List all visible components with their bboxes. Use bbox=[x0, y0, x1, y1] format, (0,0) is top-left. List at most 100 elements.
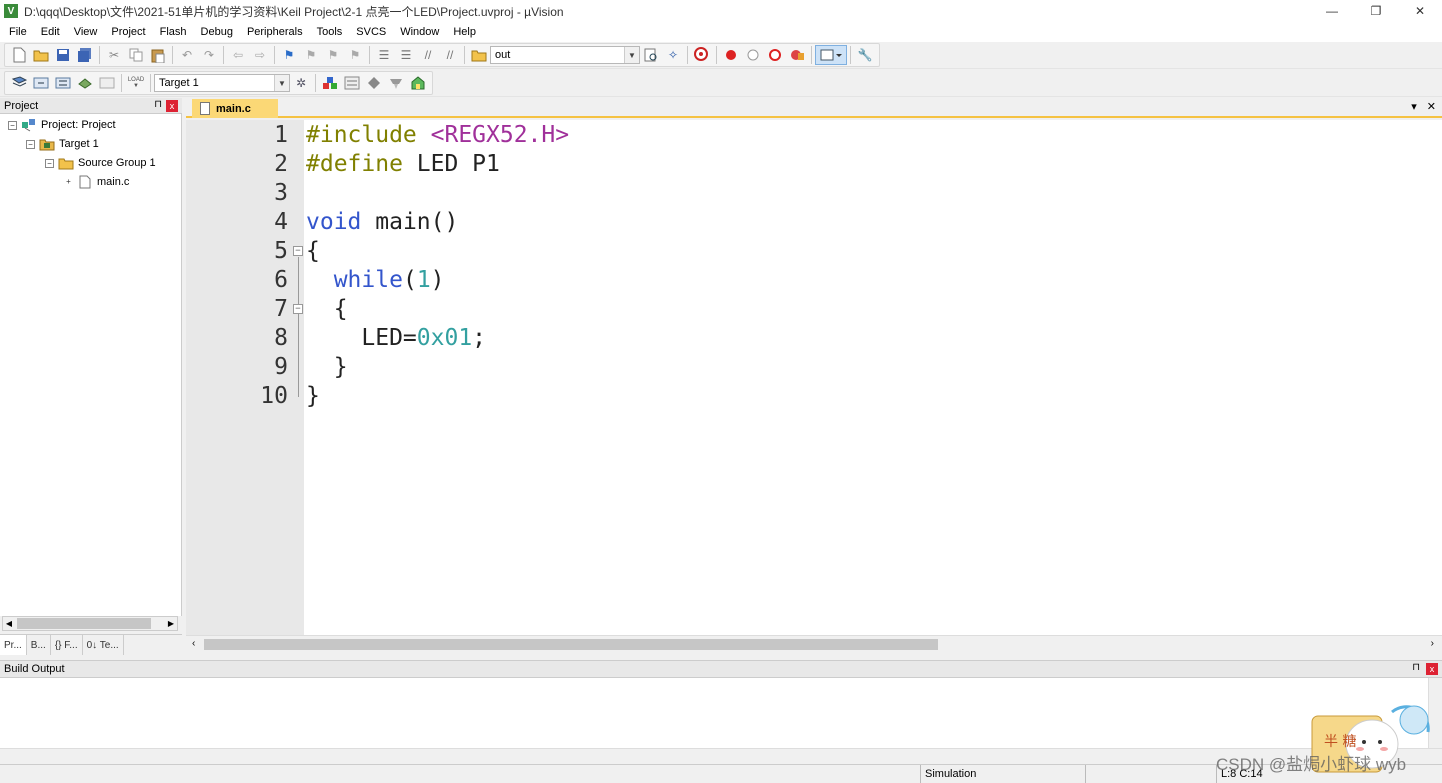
manage-run-time-icon[interactable] bbox=[341, 73, 363, 93]
close-panel-icon[interactable]: x bbox=[1426, 663, 1438, 675]
close-window-button[interactable]: ✕ bbox=[1398, 0, 1442, 22]
indent-icon[interactable]: ☰ bbox=[373, 45, 395, 65]
chevron-down-icon[interactable]: ▼ bbox=[624, 47, 639, 63]
scroll-right-icon[interactable]: › bbox=[1431, 638, 1434, 649]
scroll-left-icon[interactable]: ◀ bbox=[3, 617, 15, 630]
undo-icon[interactable]: ↶ bbox=[176, 45, 198, 65]
tab-functions[interactable]: {} F... bbox=[51, 635, 83, 655]
new-file-icon[interactable] bbox=[8, 45, 30, 65]
prev-bookmark-icon[interactable]: ⚑ bbox=[300, 45, 322, 65]
code-line[interactable]: 8 LED=0x01; bbox=[186, 324, 1442, 353]
menu-edit[interactable]: Edit bbox=[34, 22, 67, 42]
browse-icon[interactable]: ✧ bbox=[662, 45, 684, 65]
pack-installer-icon[interactable] bbox=[385, 73, 407, 93]
incremental-find-icon[interactable] bbox=[640, 45, 662, 65]
expand-icon[interactable]: + bbox=[64, 177, 73, 187]
collapse-icon[interactable]: − bbox=[8, 120, 17, 130]
fold-collapse-icon[interactable]: − bbox=[293, 304, 303, 314]
code-line[interactable]: 9 } bbox=[186, 353, 1442, 382]
collapse-icon[interactable]: − bbox=[45, 158, 54, 168]
tree-node-project[interactable]: − Project: Project bbox=[8, 116, 116, 134]
menu-file[interactable]: File bbox=[2, 22, 34, 42]
menu-project[interactable]: Project bbox=[104, 22, 152, 42]
scroll-left-icon[interactable]: ‹ bbox=[192, 638, 195, 649]
code-editor[interactable]: 1 #include <REGX52.H> 2 #define LED P1 3 4 voi… bbox=[186, 120, 1442, 635]
find-in-files-icon[interactable] bbox=[468, 45, 490, 65]
menu-svcs[interactable]: SVCS bbox=[349, 22, 393, 42]
scroll-right-icon[interactable]: ▶ bbox=[165, 617, 177, 630]
target-combo[interactable]: Target 1 ▼ bbox=[154, 74, 290, 92]
save-all-icon[interactable] bbox=[74, 45, 96, 65]
download-load-icon[interactable]: LOAD ▼ bbox=[125, 73, 147, 93]
rebuild-icon[interactable] bbox=[52, 73, 74, 93]
code-line[interactable]: 7− { bbox=[186, 295, 1442, 324]
build-output-pane[interactable] bbox=[0, 678, 1442, 748]
close-tab-icon[interactable]: ✕ bbox=[1427, 100, 1436, 113]
debug-session-icon[interactable] bbox=[691, 45, 713, 65]
tab-templates[interactable]: 0↓ Te... bbox=[83, 635, 124, 655]
code-line[interactable]: 3 bbox=[186, 179, 1442, 208]
code-line[interactable]: 5−{ bbox=[186, 237, 1442, 266]
cut-icon[interactable]: ✂ bbox=[103, 45, 125, 65]
tree-node-main-c[interactable]: + main.c bbox=[64, 173, 129, 191]
chevron-down-icon[interactable]: ▼ bbox=[274, 75, 289, 91]
pin-icon[interactable]: ⊓ bbox=[1412, 662, 1420, 673]
build-icon[interactable] bbox=[30, 73, 52, 93]
project-horizontal-scrollbar[interactable]: ◀ ▶ bbox=[2, 616, 178, 631]
code-line[interactable]: 10} bbox=[186, 382, 1442, 411]
menu-view[interactable]: View bbox=[67, 22, 105, 42]
fold-collapse-icon[interactable]: − bbox=[293, 246, 303, 256]
navigate-back-icon[interactable]: ⇦ bbox=[227, 45, 249, 65]
tree-node-target[interactable]: − Target 1 bbox=[26, 135, 99, 153]
redo-icon[interactable]: ↷ bbox=[198, 45, 220, 65]
pin-icon[interactable]: ⊓ bbox=[154, 99, 162, 110]
menu-help[interactable]: Help bbox=[446, 22, 483, 42]
translate-icon[interactable] bbox=[8, 73, 30, 93]
select-packs-icon[interactable] bbox=[363, 73, 385, 93]
breakpoint-icon[interactable] bbox=[720, 45, 742, 65]
bookmark-icon[interactable]: ⚑ bbox=[278, 45, 300, 65]
code-line[interactable]: 6 while(1) bbox=[186, 266, 1442, 295]
menu-flash[interactable]: Flash bbox=[153, 22, 194, 42]
clear-bookmarks-icon[interactable]: ⚑ bbox=[344, 45, 366, 65]
menu-window[interactable]: Window bbox=[393, 22, 446, 42]
scroll-thumb[interactable] bbox=[204, 639, 938, 650]
collapse-icon[interactable]: − bbox=[26, 139, 35, 149]
disable-breakpoint-icon[interactable] bbox=[742, 45, 764, 65]
kill-all-breakpoints-icon[interactable] bbox=[786, 45, 808, 65]
find-combo[interactable]: out ▼ bbox=[490, 46, 640, 64]
code-line[interactable]: 2 #define LED P1 bbox=[186, 150, 1442, 179]
menu-debug[interactable]: Debug bbox=[194, 22, 240, 42]
menu-peripherals[interactable]: Peripherals bbox=[240, 22, 310, 42]
unindent-icon[interactable]: ☰ bbox=[395, 45, 417, 65]
save-icon[interactable] bbox=[52, 45, 74, 65]
navigate-forward-icon[interactable]: ⇨ bbox=[249, 45, 271, 65]
tree-node-source-group[interactable]: − Source Group 1 bbox=[45, 154, 156, 172]
tab-books[interactable]: B... bbox=[27, 635, 51, 655]
editor-horizontal-scrollbar[interactable]: ‹ › bbox=[186, 635, 1442, 652]
code-line[interactable]: 1 #include <REGX52.H> bbox=[186, 121, 1442, 150]
comment-icon[interactable]: // bbox=[417, 45, 439, 65]
batch-build-icon[interactable] bbox=[74, 73, 96, 93]
window-layout-icon[interactable] bbox=[815, 45, 847, 65]
target-options-icon[interactable]: ✲ bbox=[290, 73, 312, 93]
configure-icon[interactable]: 🔧 bbox=[854, 45, 876, 65]
tab-list-dropdown-icon[interactable]: ▾ bbox=[1411, 100, 1417, 113]
tab-project[interactable]: Pr... bbox=[0, 635, 27, 655]
close-panel-icon[interactable]: x bbox=[166, 100, 178, 112]
disable-all-breakpoints-icon[interactable] bbox=[764, 45, 786, 65]
scroll-thumb[interactable] bbox=[17, 618, 151, 629]
editor-tab-main-c[interactable]: main.c bbox=[192, 99, 278, 118]
pack-installer-green-icon[interactable] bbox=[407, 73, 429, 93]
minimize-button[interactable]: — bbox=[1310, 0, 1354, 22]
paste-icon[interactable] bbox=[147, 45, 169, 65]
open-folder-icon[interactable] bbox=[30, 45, 52, 65]
stop-build-icon[interactable] bbox=[96, 73, 118, 93]
manage-project-items-icon[interactable] bbox=[319, 73, 341, 93]
menu-tools[interactable]: Tools bbox=[310, 22, 350, 42]
restore-button[interactable]: ❐ bbox=[1354, 0, 1398, 22]
code-line[interactable]: 4 void main() bbox=[186, 208, 1442, 237]
uncomment-icon[interactable]: // bbox=[439, 45, 461, 65]
next-bookmark-icon[interactable]: ⚑ bbox=[322, 45, 344, 65]
copy-icon[interactable] bbox=[125, 45, 147, 65]
